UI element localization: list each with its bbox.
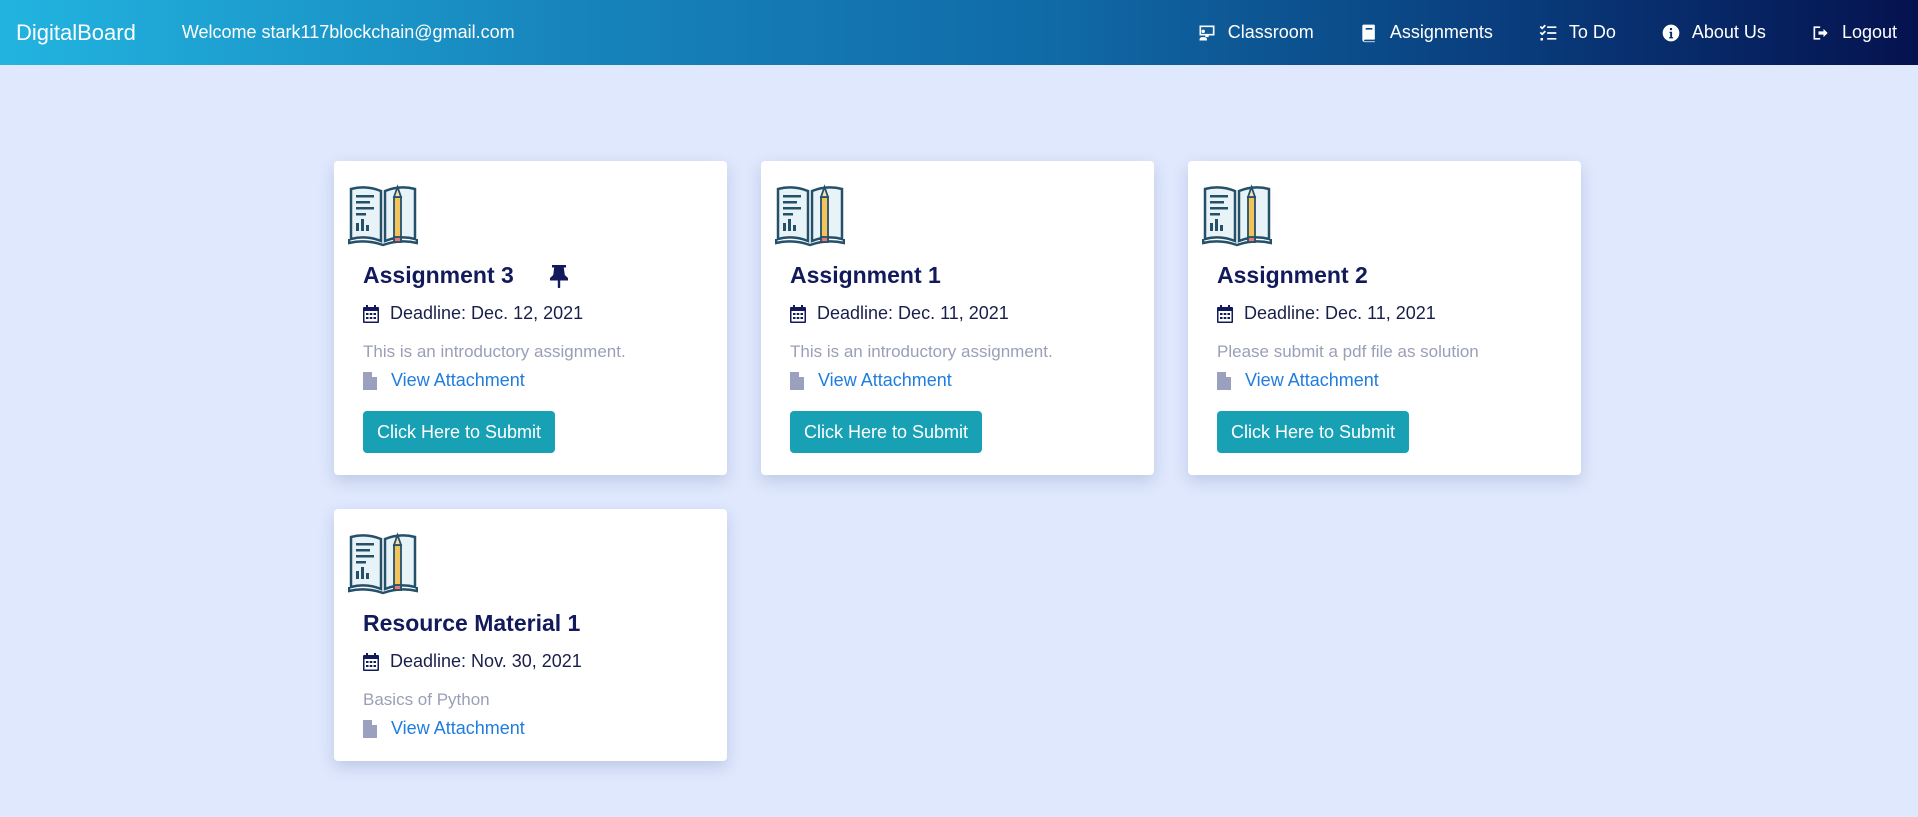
logout-icon — [1813, 25, 1828, 40]
card-title: Assignment 3 — [363, 262, 514, 288]
open-book-pencil-icon — [347, 532, 419, 595]
open-book-pencil-icon — [774, 184, 846, 247]
view-attachment-link[interactable]: View Attachment — [1245, 370, 1379, 391]
resource-card: Resource Material 1 Deadline: Nov. 30, 2… — [334, 509, 727, 761]
deadline-text: Deadline: Dec. 11, 2021 — [1244, 303, 1436, 323]
calendar-icon — [363, 652, 379, 671]
nav-item-label: Assignments — [1389, 22, 1493, 42]
info-icon — [1662, 24, 1680, 41]
deadline-text: Deadline: Dec. 12, 2021 — [390, 303, 584, 323]
nav-item-todo[interactable]: To Do — [1538, 22, 1616, 43]
welcome-text: Welcome stark117blockchain@gmail.com — [181, 22, 515, 42]
nav-item-label: Logout — [1841, 22, 1897, 42]
assignment-card: Assignment 2 Deadline: Dec. 11, 2021 Ple… — [1188, 161, 1581, 475]
card-description: Basics of Python — [363, 690, 490, 709]
card-description: This is an introductory assignment. — [363, 342, 626, 361]
calendar-icon — [790, 304, 806, 323]
nav-item-assignments[interactable]: Assignments — [1359, 22, 1493, 43]
tasks-icon — [1539, 24, 1557, 40]
book-icon — [1362, 24, 1375, 42]
brand-logo-text[interactable]: DigitalBoard — [16, 20, 136, 46]
card-description: Please submit a pdf file as solution — [1217, 342, 1479, 361]
card-title: Assignment 1 — [790, 262, 941, 288]
nav-item-about-us[interactable]: About Us — [1661, 22, 1766, 43]
submit-button[interactable]: Click Here to Submit — [790, 411, 983, 453]
assignment-grid: Assignment 3 Deadline: Dec. 12, 2021 Thi… — [334, 161, 1582, 761]
file-icon — [790, 371, 804, 390]
top-navbar: DigitalBoard Welcome stark117blockchain@… — [0, 0, 1918, 65]
nav-item-logout[interactable]: Logout — [1811, 22, 1897, 43]
pin-icon[interactable] — [549, 264, 569, 288]
submit-button[interactable]: Click Here to Submit — [1217, 411, 1410, 453]
nav-item-classroom[interactable]: Classroom — [1197, 22, 1314, 43]
submit-button[interactable]: Click Here to Submit — [363, 411, 556, 453]
file-icon — [363, 371, 377, 390]
nav-menu: Classroom Assignments To Do About Us Log… — [1197, 22, 1897, 43]
card-title: Assignment 2 — [1217, 262, 1368, 288]
assignment-card: Assignment 1 Deadline: Dec. 11, 2021 Thi… — [761, 161, 1154, 475]
deadline-text: Deadline: Nov. 30, 2021 — [390, 651, 582, 671]
file-icon — [363, 719, 377, 738]
card-title: Resource Material 1 — [363, 610, 581, 636]
view-attachment-link[interactable]: View Attachment — [818, 370, 952, 391]
nav-item-label: Classroom — [1227, 22, 1314, 42]
open-book-pencil-icon — [347, 184, 419, 247]
deadline-text: Deadline: Dec. 11, 2021 — [817, 303, 1009, 323]
nav-item-label: To Do — [1568, 22, 1616, 42]
nav-item-label: About Us — [1691, 22, 1766, 42]
open-book-pencil-icon — [1201, 184, 1273, 247]
card-description: This is an introductory assignment. — [790, 342, 1053, 361]
calendar-icon — [363, 304, 379, 323]
assignment-card: Assignment 3 Deadline: Dec. 12, 2021 Thi… — [334, 161, 727, 475]
classroom-icon — [1199, 25, 1215, 40]
calendar-icon — [1217, 304, 1233, 323]
view-attachment-link[interactable]: View Attachment — [391, 370, 525, 391]
view-attachment-link[interactable]: View Attachment — [391, 718, 525, 739]
file-icon — [1217, 371, 1231, 390]
